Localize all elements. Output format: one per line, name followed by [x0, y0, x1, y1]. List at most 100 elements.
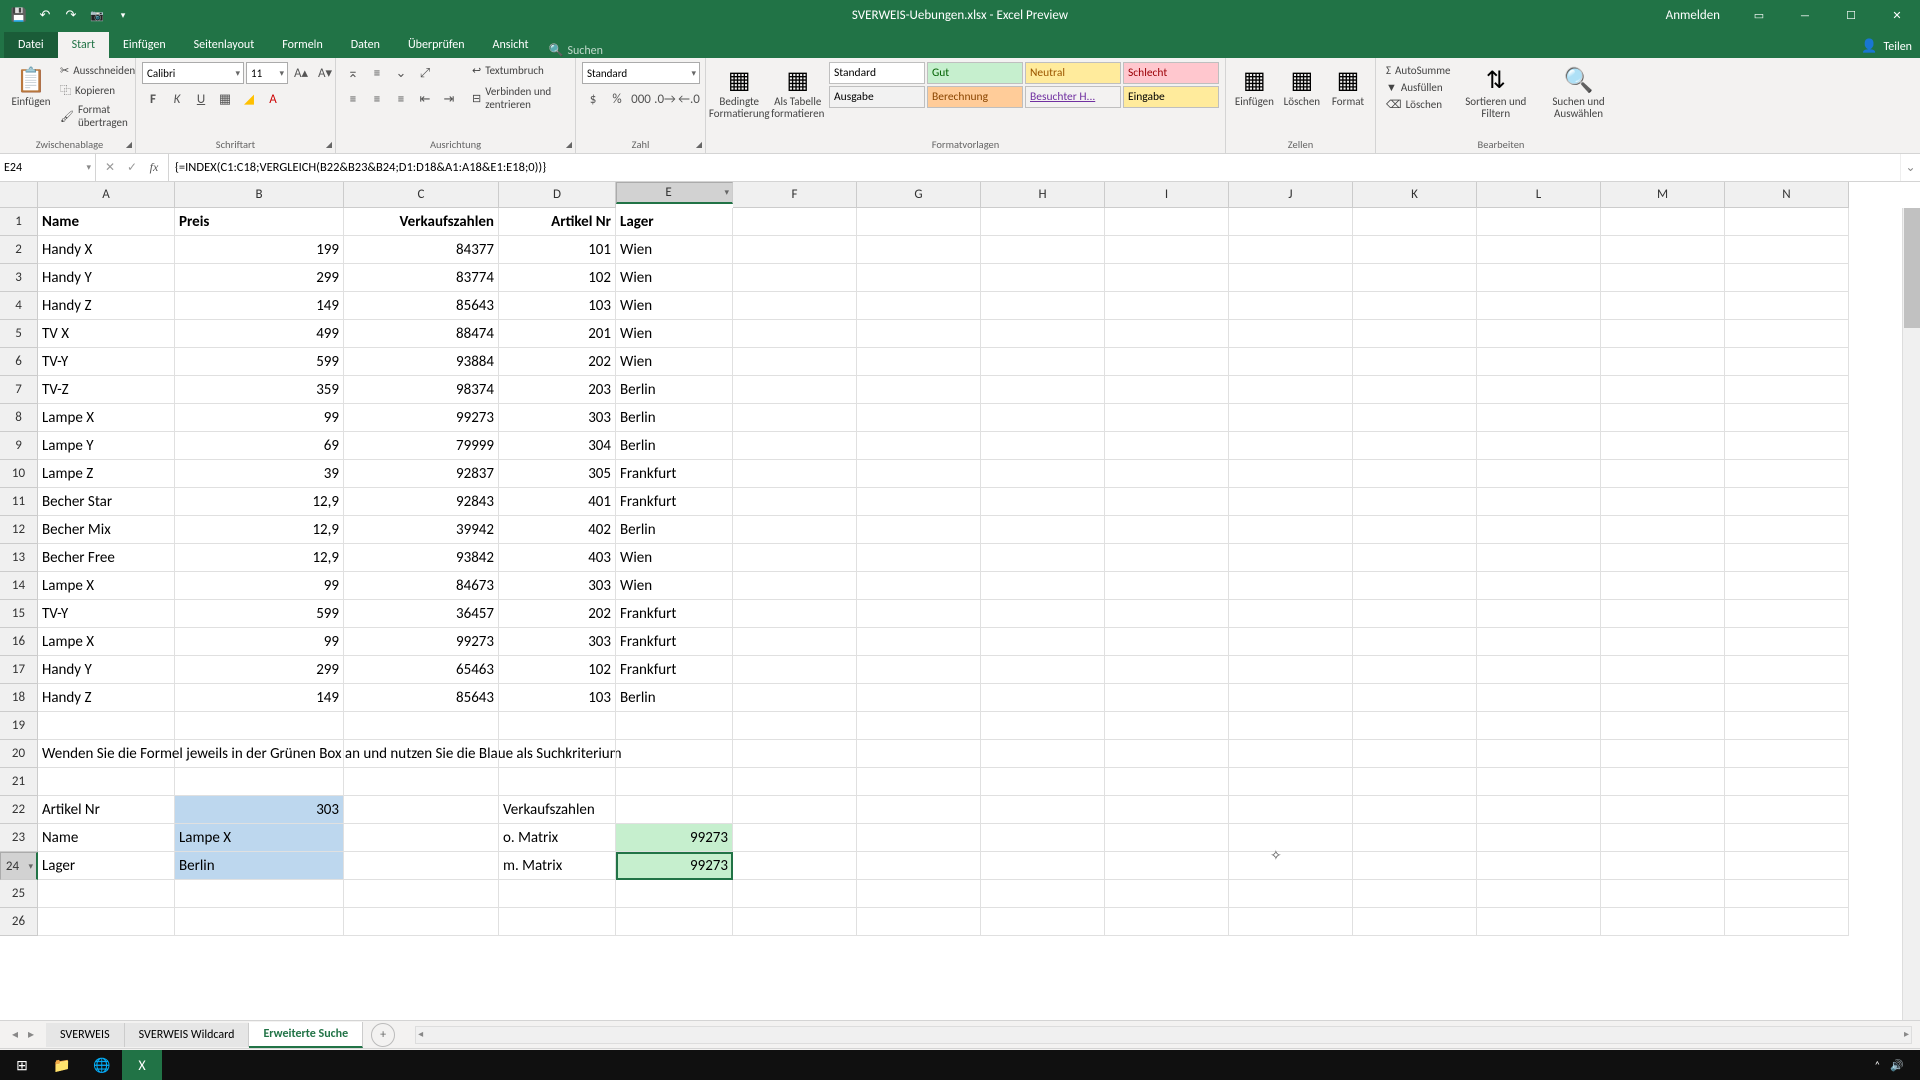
cell-I5[interactable] — [1105, 320, 1229, 348]
cell-E3[interactable]: Wien — [616, 264, 733, 292]
cell-K13[interactable] — [1353, 544, 1477, 572]
style-input[interactable]: Eingabe — [1123, 86, 1219, 108]
cell-F9[interactable] — [733, 432, 857, 460]
cell-B9[interactable]: 69 — [175, 432, 344, 460]
style-neutral[interactable]: Neutral — [1025, 62, 1121, 84]
align-center-icon[interactable]: ≡ — [366, 88, 388, 110]
col-header-D[interactable]: D — [499, 182, 616, 208]
cell-G3[interactable] — [857, 264, 981, 292]
cell-A14[interactable]: Lampe X — [38, 572, 175, 600]
cell-M2[interactable] — [1601, 236, 1725, 264]
sheet-tab-1[interactable]: SVERWEIS — [46, 1023, 125, 1047]
cell-D21[interactable] — [499, 768, 616, 796]
cell-L8[interactable] — [1477, 404, 1601, 432]
tab-file[interactable]: Datei — [4, 32, 58, 58]
share-button[interactable]: Teilen — [1883, 40, 1912, 54]
cell-F23[interactable] — [733, 824, 857, 852]
row-header-10[interactable]: 10 — [0, 460, 38, 488]
cell-H5[interactable] — [981, 320, 1105, 348]
cell-D19[interactable] — [499, 712, 616, 740]
cell-G23[interactable] — [857, 824, 981, 852]
cell-E2[interactable]: Wien — [616, 236, 733, 264]
cell-M4[interactable] — [1601, 292, 1725, 320]
cell-E10[interactable]: Frankfurt — [616, 460, 733, 488]
cell-C3[interactable]: 83774 — [344, 264, 499, 292]
cell-J16[interactable] — [1229, 628, 1353, 656]
cell-J6[interactable] — [1229, 348, 1353, 376]
col-header-I[interactable]: I — [1105, 182, 1229, 208]
cell-M1[interactable] — [1601, 208, 1725, 236]
cell-J11[interactable] — [1229, 488, 1353, 516]
cell-E1[interactable]: Lager — [616, 208, 733, 236]
cell-J13[interactable] — [1229, 544, 1353, 572]
cell-E16[interactable]: Frankfurt — [616, 628, 733, 656]
cell-D13[interactable]: 403 — [499, 544, 616, 572]
row-header-2[interactable]: 2 — [0, 236, 38, 264]
tray-up-icon[interactable]: ˄ — [1874, 1059, 1880, 1072]
volume-icon[interactable]: 🔊 — [1890, 1059, 1904, 1072]
search-box[interactable]: 🔍 Suchen — [543, 43, 609, 58]
cell-I16[interactable] — [1105, 628, 1229, 656]
cell-G17[interactable] — [857, 656, 981, 684]
cell-I14[interactable] — [1105, 572, 1229, 600]
cell-H26[interactable] — [981, 908, 1105, 936]
cell-A23[interactable]: Name — [38, 824, 175, 852]
cell-A9[interactable]: Lampe Y — [38, 432, 175, 460]
cell-I4[interactable] — [1105, 292, 1229, 320]
insert-cells-button[interactable]: ▦Einfügen — [1232, 62, 1277, 110]
cell-I18[interactable] — [1105, 684, 1229, 712]
cell-F11[interactable] — [733, 488, 857, 516]
cell-D20[interactable] — [499, 740, 616, 768]
cell-I9[interactable] — [1105, 432, 1229, 460]
row-header-13[interactable]: 13 — [0, 544, 38, 572]
cell-L19[interactable] — [1477, 712, 1601, 740]
col-header-F[interactable]: F — [733, 182, 857, 208]
cell-D26[interactable] — [499, 908, 616, 936]
style-output[interactable]: Ausgabe — [829, 86, 925, 108]
cell-I24[interactable] — [1105, 852, 1229, 880]
cell-J3[interactable] — [1229, 264, 1353, 292]
row-header-12[interactable]: 12 — [0, 516, 38, 544]
fill-color-button[interactable]: ◢ — [238, 88, 260, 110]
cell-N20[interactable] — [1725, 740, 1849, 768]
comma-icon[interactable]: 000 — [630, 88, 652, 110]
cell-L23[interactable] — [1477, 824, 1601, 852]
maximize-button[interactable]: ☐ — [1828, 0, 1874, 30]
cell-N2[interactable] — [1725, 236, 1849, 264]
cell-F15[interactable] — [733, 600, 857, 628]
cell-I2[interactable] — [1105, 236, 1229, 264]
cell-N19[interactable] — [1725, 712, 1849, 740]
cell-N7[interactable] — [1725, 376, 1849, 404]
cell-J2[interactable] — [1229, 236, 1353, 264]
row-header-9[interactable]: 9 — [0, 432, 38, 460]
cell-N14[interactable] — [1725, 572, 1849, 600]
find-select-button[interactable]: 🔍Suchen und Auswählen — [1537, 62, 1620, 122]
cell-E22[interactable] — [616, 796, 733, 824]
cell-M26[interactable] — [1601, 908, 1725, 936]
cell-J23[interactable] — [1229, 824, 1353, 852]
cell-G14[interactable] — [857, 572, 981, 600]
row-header-8[interactable]: 8 — [0, 404, 38, 432]
cell-L5[interactable] — [1477, 320, 1601, 348]
cell-A11[interactable]: Becher Star — [38, 488, 175, 516]
col-header-M[interactable]: M — [1601, 182, 1725, 208]
cell-H3[interactable] — [981, 264, 1105, 292]
vertical-scrollbar[interactable] — [1902, 208, 1920, 1020]
cell-H17[interactable] — [981, 656, 1105, 684]
cell-G7[interactable] — [857, 376, 981, 404]
cell-K8[interactable] — [1353, 404, 1477, 432]
col-header-J[interactable]: J — [1229, 182, 1353, 208]
cell-B24[interactable]: Berlin — [175, 852, 344, 880]
cell-B7[interactable]: 359 — [175, 376, 344, 404]
cell-A19[interactable] — [38, 712, 175, 740]
cell-I6[interactable] — [1105, 348, 1229, 376]
cut-button[interactable]: ✂Ausschneiden — [56, 62, 139, 79]
cell-K2[interactable] — [1353, 236, 1477, 264]
cell-D22[interactable]: Verkaufszahlen — [499, 796, 616, 824]
cell-K11[interactable] — [1353, 488, 1477, 516]
cell-K15[interactable] — [1353, 600, 1477, 628]
cell-D9[interactable]: 304 — [499, 432, 616, 460]
cell-G5[interactable] — [857, 320, 981, 348]
row-header-21[interactable]: 21 — [0, 768, 38, 796]
cell-C5[interactable]: 88474 — [344, 320, 499, 348]
